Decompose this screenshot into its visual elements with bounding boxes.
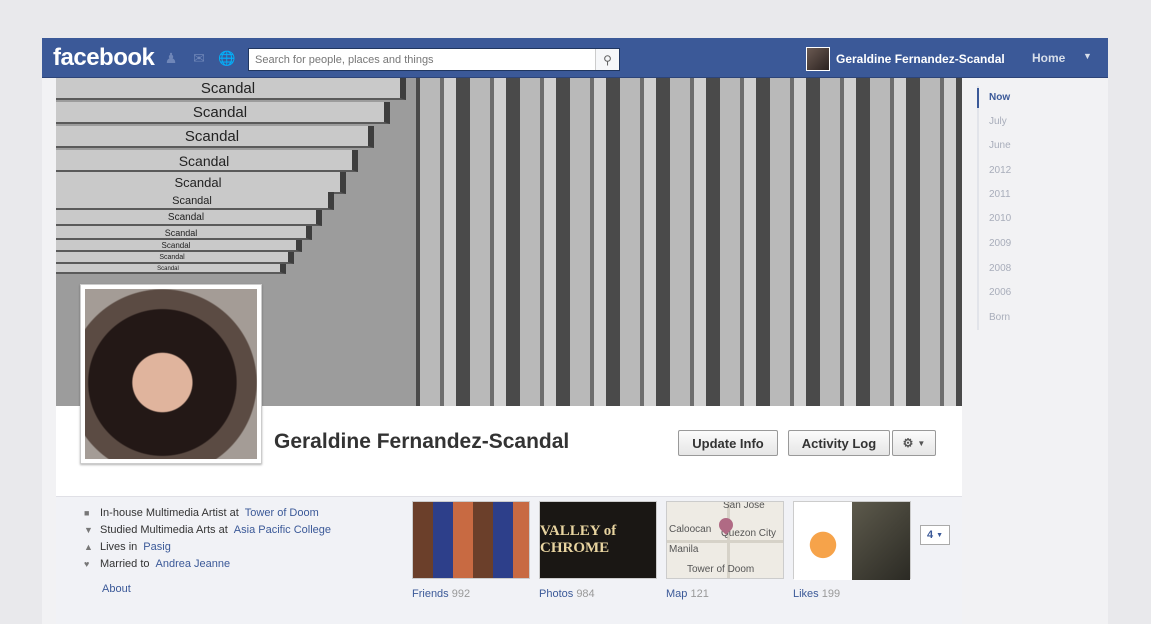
timeline-item[interactable]: June	[989, 140, 1011, 151]
activity-log-button[interactable]: Activity Log	[788, 430, 890, 456]
chevron-down-icon: ▼	[936, 531, 944, 539]
friends-thumbnail	[412, 501, 530, 579]
timeline-item[interactable]: 2008	[989, 263, 1011, 274]
map-tile[interactable]: San Jose Quezon City Manila Tower of Doo…	[666, 501, 784, 600]
map-thumbnail: San Jose Quezon City Manila Tower of Doo…	[666, 501, 784, 579]
profile-photo-image	[85, 289, 257, 459]
timeline-active-marker	[977, 88, 979, 108]
timeline-item[interactable]: 2011	[989, 189, 1011, 200]
photos-tile[interactable]: VALLEY of CHROME Photos 984	[539, 501, 657, 600]
info-education: ▼ Studied Multimedia Arts at Asia Pacifi…	[84, 522, 331, 539]
timeline-item[interactable]: July	[989, 116, 1007, 127]
graduation-cap-icon: ▼	[84, 525, 93, 535]
about-link[interactable]: About	[102, 583, 131, 595]
spouse-link[interactable]: Andrea Jeanne	[156, 556, 231, 573]
user-profile-link[interactable]: Geraldine Fernandez-Scandal	[806, 47, 1005, 71]
timeline-item[interactable]: 2012	[989, 165, 1011, 176]
timeline-track	[977, 86, 979, 330]
cover-text: Scandal	[56, 252, 294, 264]
gear-icon: ⚙	[902, 436, 914, 450]
cover-text: Scandal	[56, 126, 374, 148]
timeline-navigation: Now July June 2012 2011 2010 2009 2008 2…	[977, 86, 1087, 346]
briefcase-icon: ■	[84, 508, 90, 518]
info-relationship: ♥ Married to Andrea Jeanne	[84, 556, 331, 573]
top-navigation-bar: facebook ♟ ✉ 🌐 ⚲ Geraldine Fernandez-Sca…	[42, 38, 1108, 78]
about-section: ■ In-house Multimedia Artist at Tower of…	[56, 496, 962, 624]
cover-text: Scandal	[56, 264, 286, 274]
notification-jewels: ♟ ✉ 🌐	[162, 50, 236, 66]
messages-icon[interactable]: ✉	[190, 50, 208, 66]
home-link[interactable]: Home	[1032, 51, 1065, 65]
heart-icon: ♥	[84, 559, 90, 569]
search-input[interactable]	[249, 49, 595, 70]
cover-text: Scandal	[56, 150, 358, 172]
settings-dropdown-button[interactable]: ⚙ ▼	[892, 430, 936, 456]
friend-requests-icon[interactable]: ♟	[162, 50, 180, 66]
profile-name[interactable]: Geraldine Fernandez-Scandal	[274, 430, 569, 454]
update-info-button[interactable]: Update Info	[678, 430, 778, 456]
user-avatar	[806, 47, 830, 71]
home-icon: ▲	[84, 542, 93, 552]
cover-text: Scandal	[56, 102, 390, 124]
profile-page: Scandal Scandal Scandal Scandal Scandal …	[56, 78, 962, 624]
user-name: Geraldine Fernandez-Scandal	[836, 52, 1005, 66]
timeline-item[interactable]: 2010	[989, 213, 1011, 224]
timeline-item[interactable]: Now	[989, 92, 1010, 103]
about-info-list: ■ In-house Multimedia Artist at Tower of…	[84, 505, 331, 573]
friends-tile[interactable]: Friends 992	[412, 501, 530, 600]
cover-text: Scandal	[56, 172, 346, 194]
summary-tiles: Friends 992 VALLEY of CHROME Photos 984 …	[412, 501, 911, 600]
cover-text: Scandal	[56, 210, 322, 226]
location-link[interactable]: Pasig	[143, 539, 171, 556]
timeline-item[interactable]: 2009	[989, 238, 1011, 249]
timeline-item[interactable]: 2006	[989, 287, 1011, 298]
timeline-item[interactable]: Born	[989, 312, 1010, 323]
cover-text: Scandal	[56, 192, 334, 210]
notifications-icon[interactable]: 🌐	[218, 50, 236, 66]
account-menu-caret-icon[interactable]: ▼	[1083, 51, 1092, 61]
chevron-down-icon: ▼	[917, 438, 926, 448]
work-link[interactable]: Tower of Doom	[245, 505, 319, 522]
more-tiles-button[interactable]: 4 ▼	[920, 525, 950, 545]
info-location: ▲ Lives in Pasig	[84, 539, 331, 556]
cover-text: Scandal	[56, 78, 406, 100]
cover-text: Scandal	[56, 226, 312, 240]
info-work: ■ In-house Multimedia Artist at Tower of…	[84, 505, 331, 522]
search-bar: ⚲	[248, 48, 620, 71]
cover-text: Scandal	[56, 240, 302, 252]
school-link[interactable]: Asia Pacific College	[234, 522, 331, 539]
search-button[interactable]: ⚲	[595, 49, 619, 70]
browser-screen: facebook ♟ ✉ 🌐 ⚲ Geraldine Fernandez-Sca…	[42, 38, 1108, 624]
search-icon: ⚲	[603, 52, 612, 67]
facebook-logo[interactable]: facebook	[53, 44, 155, 72]
likes-thumbnail	[793, 501, 911, 580]
likes-tile[interactable]: Likes 199	[793, 501, 911, 600]
profile-picture[interactable]	[80, 284, 262, 464]
photos-thumbnail: VALLEY of CHROME	[539, 501, 657, 579]
